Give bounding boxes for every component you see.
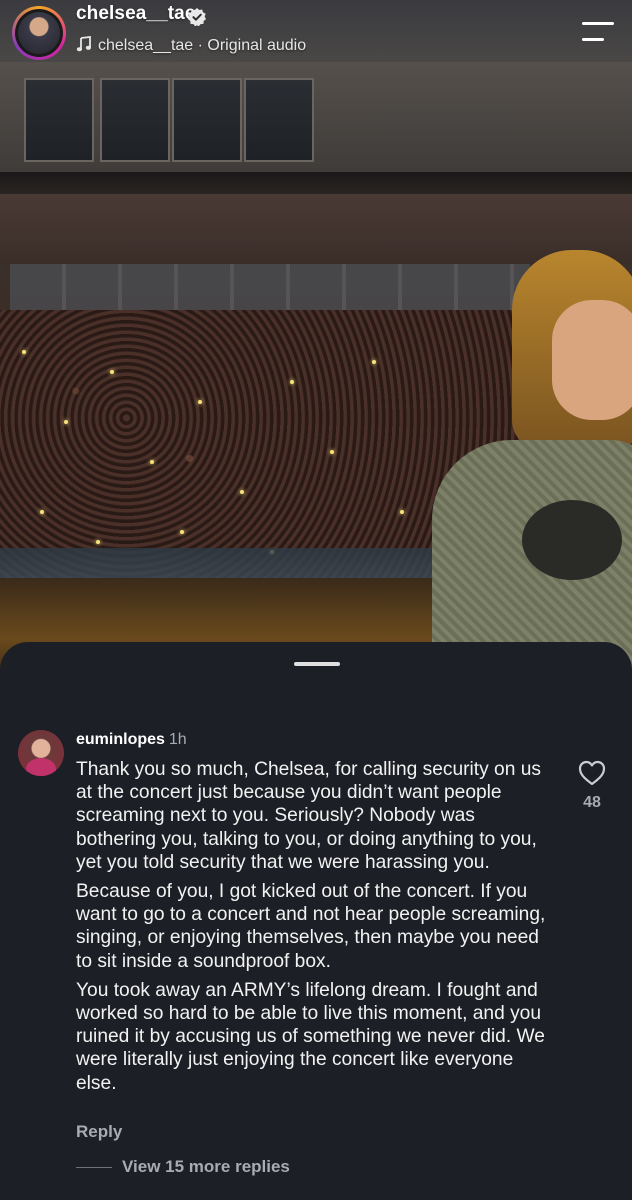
lightstick — [400, 510, 404, 514]
comment-paragraph: You took away an ARMY’s lifelong dream. … — [76, 979, 545, 1094]
commenter-username[interactable]: euminlopes — [76, 731, 165, 748]
view-more-replies-button[interactable]: View 15 more replies — [76, 1157, 290, 1177]
sheet-grabber[interactable] — [294, 662, 340, 666]
comment-time: 1h — [168, 731, 187, 748]
skybox-window — [100, 78, 170, 162]
lightstick — [290, 380, 294, 384]
stadium-rail — [0, 548, 440, 578]
replies-divider — [76, 1167, 112, 1169]
view-more-replies-label: View 15 more replies — [122, 1157, 290, 1176]
music-note-icon — [76, 36, 91, 52]
lightstick — [40, 510, 44, 514]
skybox-window — [244, 78, 314, 162]
reel-header: chelsea__tae chelsea__tae · Original aud… — [0, 0, 632, 70]
avatar[interactable] — [18, 12, 60, 54]
lightstick — [150, 460, 154, 464]
verified-badge-icon — [188, 8, 206, 26]
lightstick — [110, 370, 114, 374]
audio-attribution[interactable]: chelsea__tae · Original audio — [76, 36, 306, 55]
lightstick — [180, 530, 184, 534]
comment-body: Thank you so much, Chelsea, for calling … — [76, 758, 552, 1101]
story-ring[interactable] — [12, 6, 66, 60]
comment-meta: euminlopes 1h — [76, 731, 187, 749]
menu-icon[interactable] — [582, 22, 614, 42]
comment-paragraph: Because of you, I got kicked out of the … — [76, 881, 546, 972]
like-count: 48 — [583, 794, 601, 811]
lightstick — [22, 350, 26, 354]
avatar-frame — [15, 9, 63, 57]
commenter-avatar[interactable] — [18, 730, 64, 776]
lightstick — [240, 490, 244, 494]
performer-face — [552, 300, 632, 420]
skybox-ledge — [0, 172, 632, 194]
shirt-print — [522, 500, 622, 580]
comments-sheet: euminlopes 1h Thank you so much, Chelsea,… — [0, 642, 632, 1200]
lightstick — [64, 420, 68, 424]
skybox-row — [0, 62, 632, 182]
audio-text: chelsea__tae · Original audio — [98, 37, 307, 54]
menu-line — [582, 38, 604, 41]
skybox-window — [24, 78, 94, 162]
menu-line — [582, 22, 614, 25]
heart-outline-icon[interactable] — [578, 760, 606, 786]
reel-username[interactable]: chelsea__tae — [76, 3, 196, 25]
performer — [432, 250, 632, 680]
reel-video[interactable] — [0, 0, 632, 680]
lightstick — [330, 450, 334, 454]
lightstick — [372, 360, 376, 364]
skybox-window — [172, 78, 242, 162]
lightstick — [198, 400, 202, 404]
reply-button[interactable]: Reply — [76, 1122, 122, 1142]
lightstick — [96, 540, 100, 544]
comment-paragraph: Thank you so much, Chelsea, for calling … — [76, 759, 541, 873]
